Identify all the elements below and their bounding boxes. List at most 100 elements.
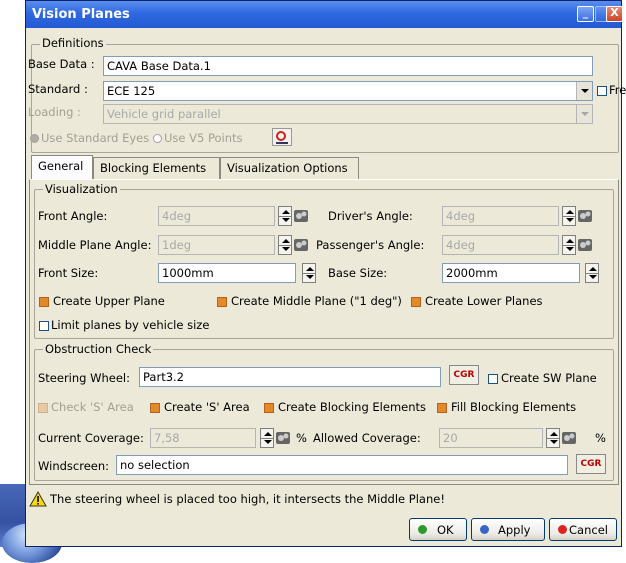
middle-plane-angle-field: 1deg [158,235,275,255]
tab-blocking-elements[interactable]: Blocking Elements [93,157,220,179]
point-selector-button[interactable] [272,128,292,146]
windscreen-field[interactable]: no selection [116,455,568,475]
definitions-legend: Definitions [40,36,106,50]
chevron-down-icon [576,105,592,123]
obstruction-check-legend: Obstruction Check [43,342,154,356]
create-blocking-elements-label: Create Blocking Elements [278,400,427,414]
gear-icon[interactable] [577,207,593,224]
passengers-angle-label: Passenger's Angle: [316,238,425,252]
create-sw-plane-checkbox[interactable] [488,374,498,384]
steering-wheel-field[interactable]: Part3.2 [139,367,441,387]
use-v5-points-radio [153,134,162,143]
apply-button[interactable]: Apply [471,518,545,541]
middle-plane-angle-spinner[interactable] [278,235,292,255]
tab-blocking-elements-label: Blocking Elements [100,161,207,175]
close-icon: X [610,6,619,19]
loading-label: Loading : [28,105,81,119]
create-blocking-elements-checkbox[interactable] [264,403,274,413]
use-v5-points-label: Use V5 Points [164,131,243,145]
tab-visualization-options-label: Visualization Options [227,161,348,175]
current-coverage-label: Current Coverage: [38,431,144,445]
create-s-area-checkbox[interactable] [150,403,160,413]
minimize-icon: _ [582,6,589,19]
allowed-coverage-label: Allowed Coverage: [313,431,421,445]
visualization-legend: Visualization [43,182,120,196]
create-sw-plane-label: Create SW Plane [501,371,597,385]
ok-button[interactable]: OK [409,518,467,541]
loading-value: Vehicle grid parallel [107,107,221,121]
create-lower-planes-checkbox[interactable] [411,297,421,307]
standard-value: ECE 125 [107,84,156,98]
vision-planes-dialog: Vision Planes _ X Definitions Base Data … [25,0,626,547]
gear-icon[interactable] [275,429,291,446]
base-size-field[interactable]: 2000mm [442,263,580,283]
windscreen-cgr-button[interactable]: CGR [576,454,606,474]
allowed-coverage-field: 20 [439,428,543,448]
fill-blocking-elements-label: Fill Blocking Elements [451,400,577,414]
gear-icon[interactable] [293,236,309,253]
front-size-label: Front Size: [38,266,99,280]
limit-planes-checkbox[interactable] [39,321,49,331]
standard-label: Standard : [28,82,88,96]
chevron-down-icon[interactable] [576,82,592,100]
title-bar[interactable]: Vision Planes _ X [26,1,623,28]
fill-blocking-elements-checkbox[interactable] [437,403,447,413]
cancel-button[interactable]: Cancel [549,518,617,541]
passengers-angle-spinner[interactable] [562,235,576,255]
use-standard-eyes-radio [30,134,39,143]
check-s-area-label: Check 'S' Area [51,400,134,414]
steering-wheel-cgr-button[interactable]: CGR [449,365,479,385]
middle-plane-angle-label: Middle Plane Angle: [38,238,152,252]
drivers-angle-spinner[interactable] [562,206,576,226]
minimize-button[interactable]: _ [577,6,594,22]
apply-label: Apply [498,523,531,537]
standard-select[interactable]: ECE 125 [103,81,593,101]
cancel-label: Cancel [569,523,608,537]
front-size-field[interactable]: 1000mm [158,263,296,283]
front-size-spinner[interactable] [302,263,316,283]
current-coverage-percent: % [296,431,307,445]
cancel-icon [558,525,567,534]
free-label: Free [609,83,626,97]
loading-select: Vehicle grid parallel [103,104,593,124]
tab-general-label: General [38,159,84,173]
ok-icon [418,525,427,534]
base-size-label: Base Size: [328,266,388,280]
tab-general[interactable]: General [31,155,93,180]
warning-message: The steering wheel is placed too high, i… [50,492,445,506]
free-checkbox[interactable] [597,86,607,96]
create-upper-plane-label: Create Upper Plane [53,294,165,308]
front-angle-spinner[interactable] [278,206,292,226]
close-button[interactable]: X [606,6,623,22]
base-size-spinner[interactable] [585,263,599,283]
tab-visualization-options[interactable]: Visualization Options [220,157,359,179]
allowed-coverage-percent: % [595,431,606,445]
window-title: Vision Planes [32,7,130,22]
gear-icon[interactable] [561,429,577,446]
drivers-angle-label: Driver's Angle: [328,209,413,223]
create-lower-planes-label: Create Lower Planes [425,294,543,308]
check-s-area-checkbox [38,403,48,413]
windscreen-label: Windscreen: [38,459,110,473]
create-middle-plane-checkbox[interactable] [217,297,227,307]
steering-wheel-label: Steering Wheel: [38,371,131,385]
magnifier-icon [276,131,288,144]
current-coverage-field: 7,58 [150,428,256,448]
base-data-label: Base Data : [28,57,95,71]
use-standard-eyes-label: Use Standard Eyes [41,131,150,145]
gear-icon[interactable] [577,236,593,253]
ok-label: OK [437,523,454,537]
limit-planes-label: Limit planes by vehicle size [51,318,210,332]
warning-icon [29,491,47,507]
create-s-area-label: Create 'S' Area [164,400,250,414]
drivers-angle-field: 4deg [442,206,559,226]
create-upper-plane-checkbox[interactable] [39,297,49,307]
allowed-coverage-spinner[interactable] [546,428,560,448]
passengers-angle-field: 4deg [442,235,559,255]
current-coverage-spinner[interactable] [260,428,274,448]
front-angle-label: Front Angle: [38,209,108,223]
create-middle-plane-label: Create Middle Plane ("1 deg") [231,294,402,308]
gear-icon[interactable] [293,207,309,224]
front-angle-field: 4deg [158,206,275,226]
base-data-field[interactable]: CAVA Base Data.1 [103,56,593,76]
